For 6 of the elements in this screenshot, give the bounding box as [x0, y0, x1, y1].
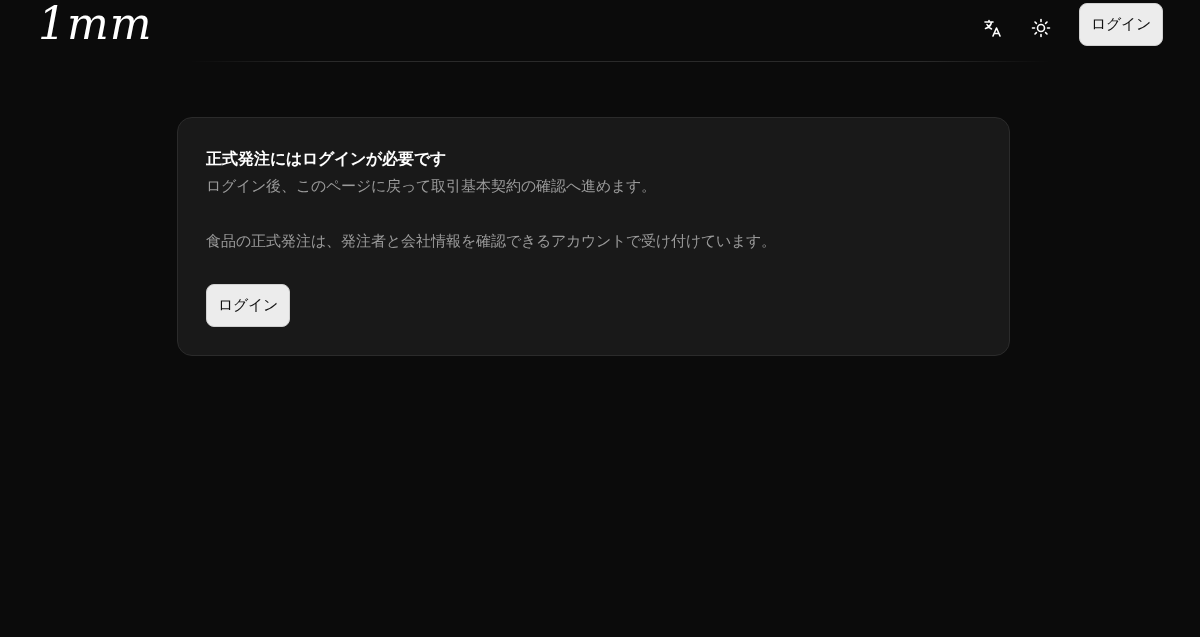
logo[interactable]: 1mm [38, 2, 153, 46]
login-button[interactable]: ログイン [205, 284, 290, 327]
notice-title: 正式発注にはログインが必要です [205, 149, 447, 169]
notice-subtitle: ログイン後、このページに戻って取引基本契約の確認へ進めます。 [205, 177, 657, 196]
login-button[interactable]: ログイン [1079, 2, 1163, 46]
notice-body: 食品の正式発注は、発注者と会社情報を確認できるアカウントで受け付けています。 [205, 232, 777, 251]
